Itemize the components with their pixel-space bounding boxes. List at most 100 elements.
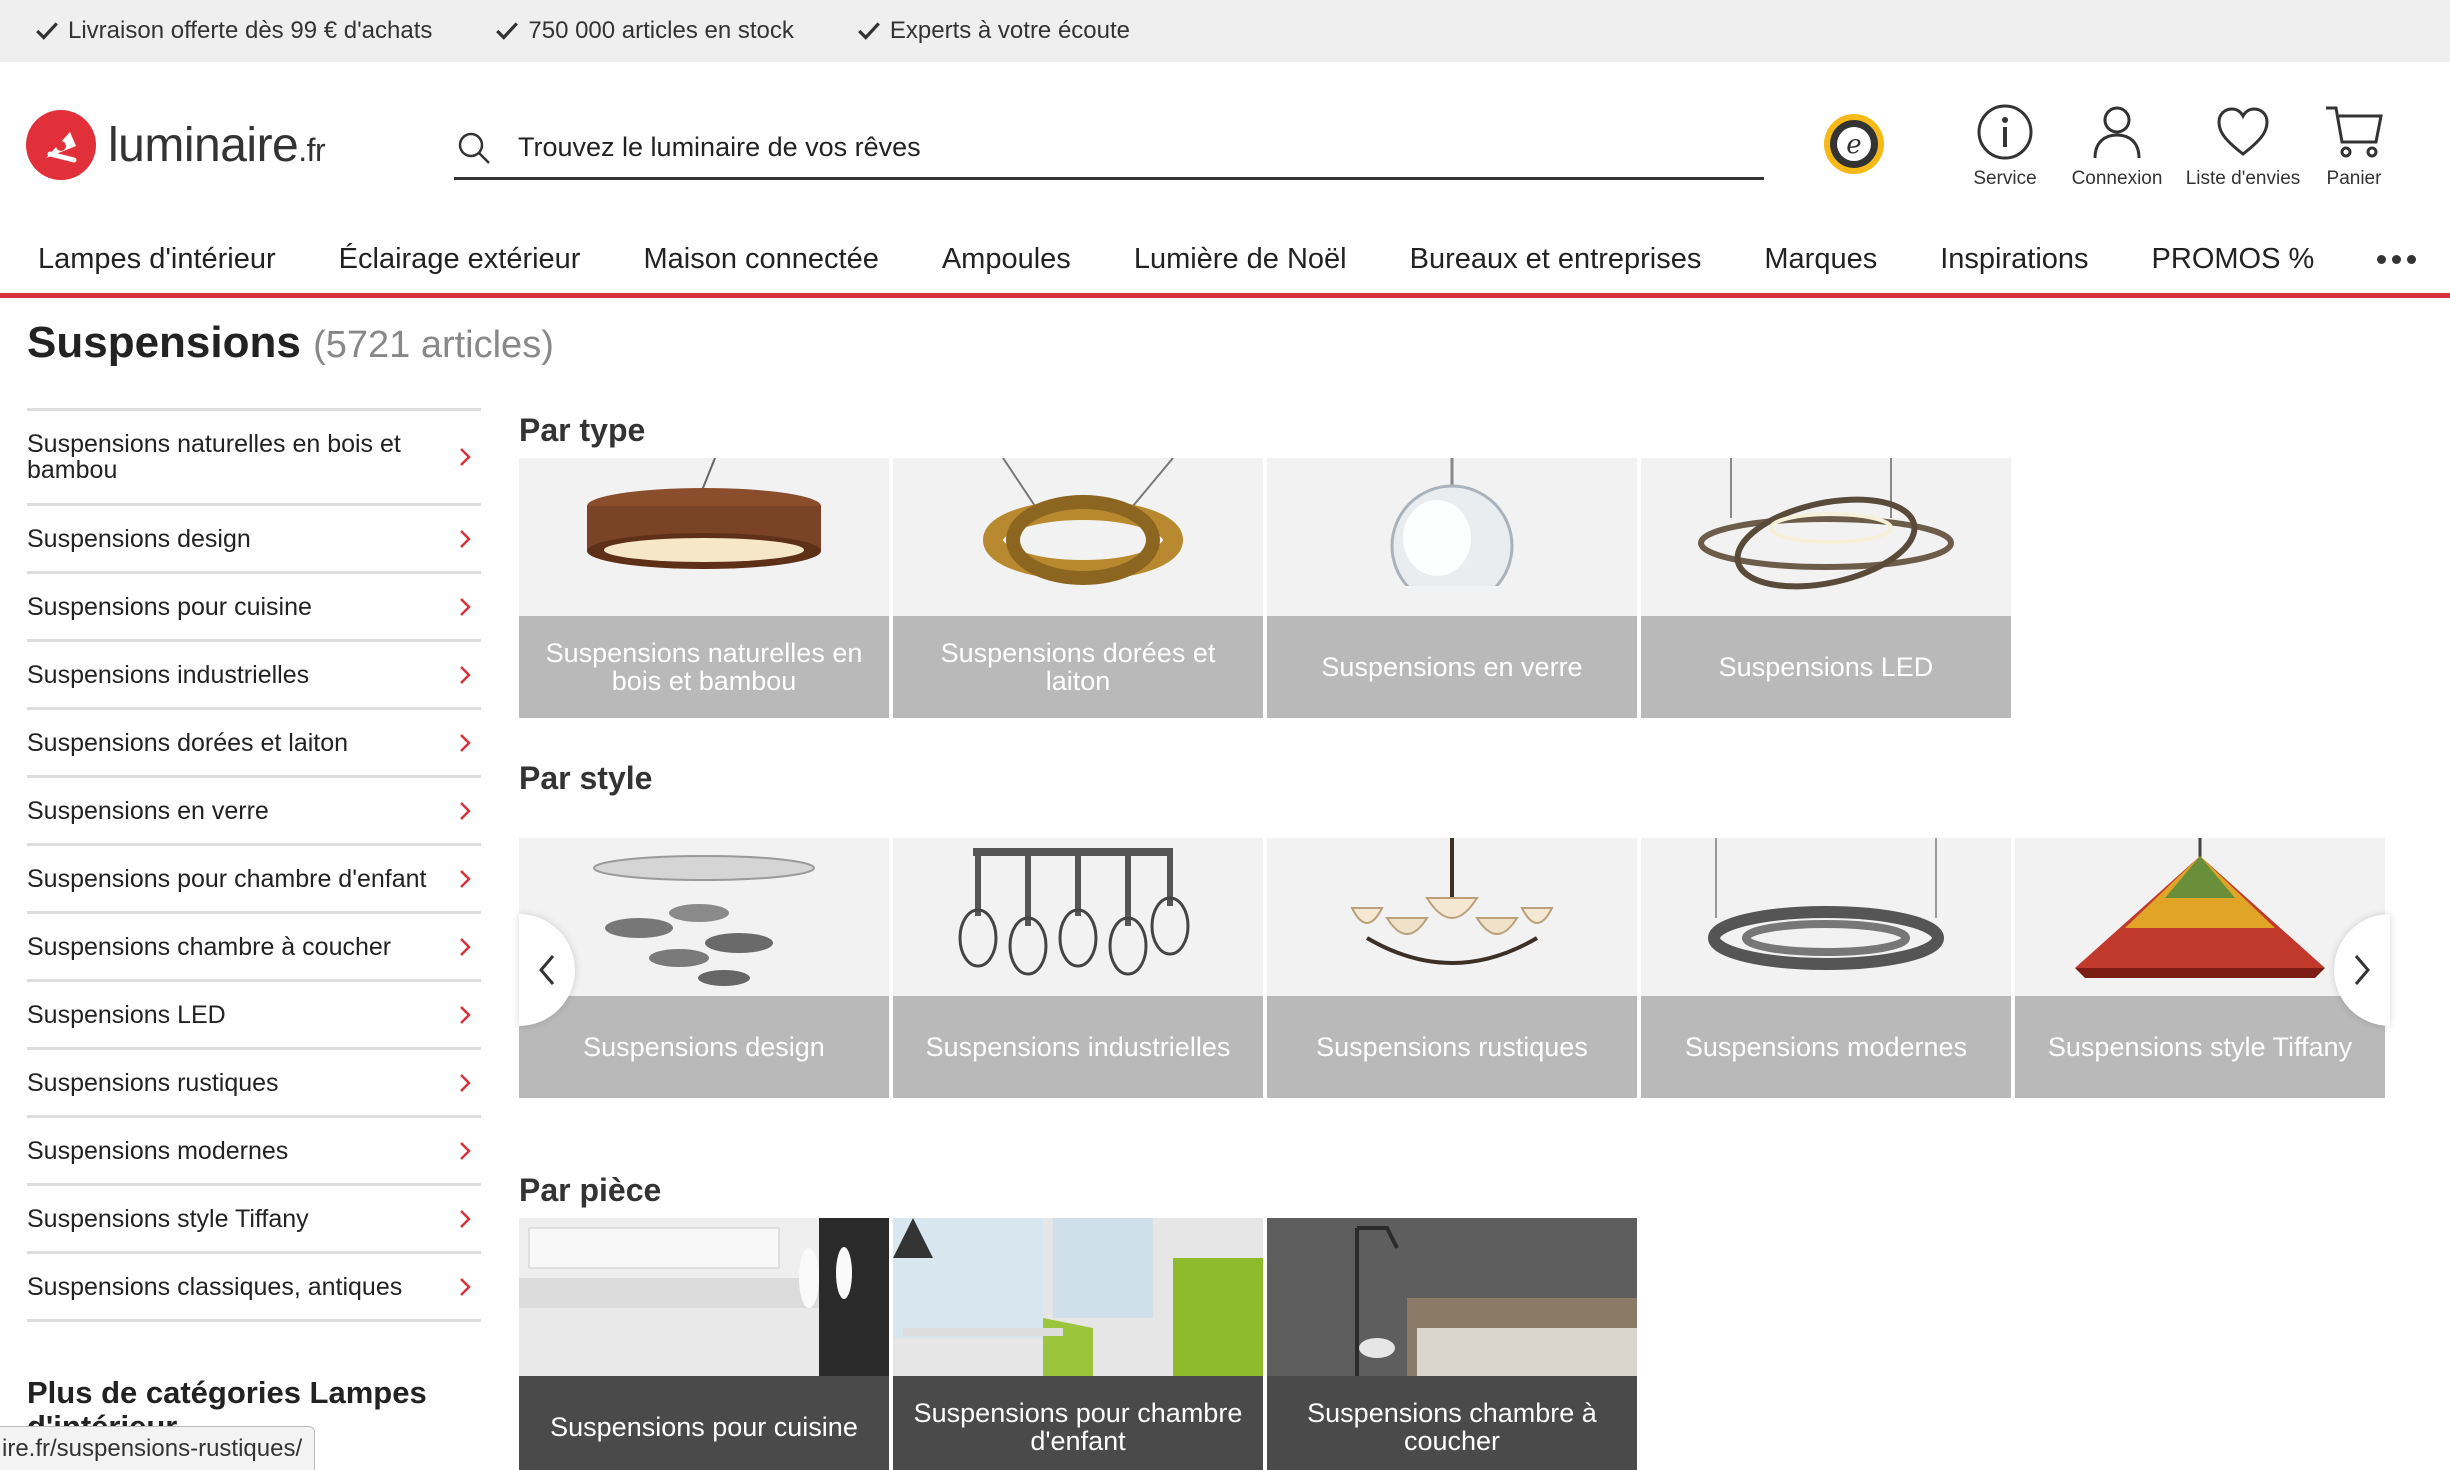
sidebar-item-label: Suspensions style Tiffany (27, 1204, 309, 1233)
sidebar-item-label: Suspensions design (27, 524, 251, 553)
sidebar-item[interactable]: Suspensions chambre à coucher (27, 911, 481, 979)
usp-text: Experts à votre écoute (889, 17, 1131, 44)
tile-room-bedroom[interactable]: Suspensions chambre à coucher (1267, 1218, 1637, 1470)
sidebar-item-label: Suspensions dorées et laiton (27, 728, 349, 757)
usp-item: Livraison offerte dès 99 € d'achats (34, 17, 432, 45)
nav-item-promos[interactable]: PROMOS % (2152, 243, 2315, 276)
sidebar-item[interactable]: Suspensions design (27, 503, 481, 571)
tile-type-gold[interactable]: Suspensions dorées et laiton (893, 458, 1263, 718)
check-icon (496, 22, 519, 40)
tile-type-wood[interactable]: Suspensions naturelles en bois et bambou (519, 458, 889, 718)
usp-text: 750 000 articles en stock (528, 17, 794, 44)
user-icon (2093, 106, 2141, 159)
sidebar-item[interactable]: Suspensions dorées et laiton (27, 707, 481, 775)
kids-room-photo-image (893, 1218, 1263, 1376)
tile-type-led[interactable]: Suspensions LED (1641, 458, 2011, 718)
usp-item: Experts à votre écoute (856, 17, 1130, 45)
header-actions: Service Connexion Liste d'envies Panier (1960, 102, 2394, 190)
info-icon (1977, 104, 2033, 160)
chevron-right-icon (460, 597, 471, 616)
usp-item: 750 000 articles en stock (494, 17, 794, 45)
nav-item-bulbs[interactable]: Ampoules (942, 243, 1071, 276)
nav-item-brands[interactable]: Marques (1764, 243, 1877, 276)
chevron-right-icon (460, 869, 471, 888)
more-dots-icon[interactable] (2377, 255, 2422, 264)
sidebar-item[interactable]: Suspensions en verre (27, 775, 481, 843)
tile-caption: Suspensions chambre à coucher (1267, 1376, 1637, 1470)
tile-style-rustic[interactable]: Suspensions rustiques (1267, 838, 1637, 1098)
chevron-right-icon (460, 801, 471, 820)
tile-room-kids[interactable]: Suspensions pour chambre d'enfant (893, 1218, 1263, 1470)
sidebar-item[interactable]: Suspensions rustiques (27, 1047, 481, 1115)
site-logo[interactable]: luminaire.fr (26, 110, 326, 180)
sidebar-item-label: Suspensions classiques, antiques (27, 1272, 403, 1301)
sidebar-item-label: Suspensions rustiques (27, 1068, 279, 1097)
sidebar-item-label: Suspensions industrielles (27, 660, 310, 689)
heart-icon (2217, 107, 2269, 156)
tile-style-industrial[interactable]: Suspensions industrielles (893, 838, 1263, 1098)
tile-caption: Suspensions en verre (1267, 616, 1637, 718)
nav-item-outdoor[interactable]: Éclairage extérieur (339, 243, 581, 276)
chevron-right-icon (460, 733, 471, 752)
sidebar-item[interactable]: Suspensions classiques, antiques (27, 1251, 481, 1319)
page-title: Suspensions (5721 articles) (27, 318, 554, 368)
login-button[interactable]: Connexion (2062, 102, 2172, 190)
pendant-led-image (1641, 458, 2011, 616)
cart-button[interactable]: Panier (2314, 102, 2394, 190)
sidebar-item-label: Suspensions modernes (27, 1136, 289, 1165)
sidebar-item[interactable]: Suspensions modernes (27, 1115, 481, 1183)
trusted-shops-badge[interactable]: e (1822, 112, 1886, 176)
search-icon (458, 132, 490, 164)
pendant-tiffany-image (2015, 838, 2385, 996)
service-button[interactable]: Service (1960, 102, 2050, 190)
logo-mark-icon (26, 110, 96, 180)
sidebar-item[interactable]: Suspensions pour chambre d'enfant (27, 843, 481, 911)
chevron-right-icon (460, 1209, 471, 1228)
tile-style-modern[interactable]: Suspensions modernes (1641, 838, 2011, 1098)
pendant-industrial-image (893, 838, 1263, 996)
page-title-text: Suspensions (27, 318, 301, 367)
nav-item-inspirations[interactable]: Inspirations (1940, 243, 2088, 276)
sidebar-item[interactable]: Suspensions LED (27, 979, 481, 1047)
tile-caption: Suspensions naturelles en bois et bambou (519, 616, 889, 718)
main-navigation: Lampes d'intérieur Éclairage extérieur M… (0, 226, 2450, 298)
service-label: Service (1973, 168, 2037, 189)
wishlist-button[interactable]: Liste d'envies (2178, 102, 2308, 190)
tile-caption: Suspensions modernes (1641, 996, 2011, 1098)
kitchen-photo-image (519, 1218, 889, 1376)
search-input[interactable] (518, 132, 1718, 163)
sidebar-item-label: Suspensions pour cuisine (27, 592, 312, 621)
sidebar-item-label: Suspensions en verre (27, 796, 269, 825)
sidebar-item-label: Suspensions chambre à coucher (27, 932, 392, 961)
sidebar-item[interactable]: Suspensions industrielles (27, 639, 481, 707)
tile-caption: Suspensions pour chambre d'enfant (893, 1376, 1263, 1470)
nav-item-indoor[interactable]: Lampes d'intérieur (38, 243, 276, 276)
search-bar[interactable] (454, 118, 1764, 180)
tile-caption: Suspensions style Tiffany (2015, 996, 2385, 1098)
nav-item-smart-home[interactable]: Maison connectée (643, 243, 878, 276)
chevron-right-icon (460, 448, 471, 466)
cart-icon (2326, 106, 2383, 158)
check-icon (36, 22, 58, 40)
tile-type-glass[interactable]: Suspensions en verre (1267, 458, 1637, 718)
sidebar-item[interactable]: Suspensions pour cuisine (27, 571, 481, 639)
bedroom-photo-image (1267, 1218, 1637, 1376)
svg-text:e: e (1846, 130, 1861, 160)
section-title-room: Par pièce (519, 1172, 662, 1208)
usp-bar: Livraison offerte dès 99 € d'achats 750 … (0, 0, 2450, 62)
nav-item-christmas[interactable]: Lumière de Noël (1134, 243, 1347, 276)
tile-caption: Suspensions industrielles (893, 996, 1263, 1098)
sidebar-item[interactable]: Suspensions naturelles en bois et bambou (27, 408, 481, 503)
tile-caption: Suspensions dorées et laiton (893, 616, 1263, 718)
pendant-modern-image (1641, 838, 2011, 996)
nav-item-offices[interactable]: Bureaux et entreprises (1410, 243, 1702, 276)
chevron-left-icon (539, 955, 555, 985)
wishlist-label: Liste d'envies (2185, 168, 2301, 189)
sidebar-item[interactable]: Suspensions style Tiffany (27, 1183, 481, 1251)
section-title-style: Par style (519, 760, 653, 796)
status-bar-url: ire.fr/suspensions-rustiques/ (0, 1426, 316, 1470)
tile-room-kitchen[interactable]: Suspensions pour cuisine (519, 1218, 889, 1470)
login-label: Connexion (2071, 168, 2163, 189)
tile-style-tiffany[interactable]: Suspensions style Tiffany (2015, 838, 2385, 1098)
pendant-gold-image (893, 458, 1263, 616)
